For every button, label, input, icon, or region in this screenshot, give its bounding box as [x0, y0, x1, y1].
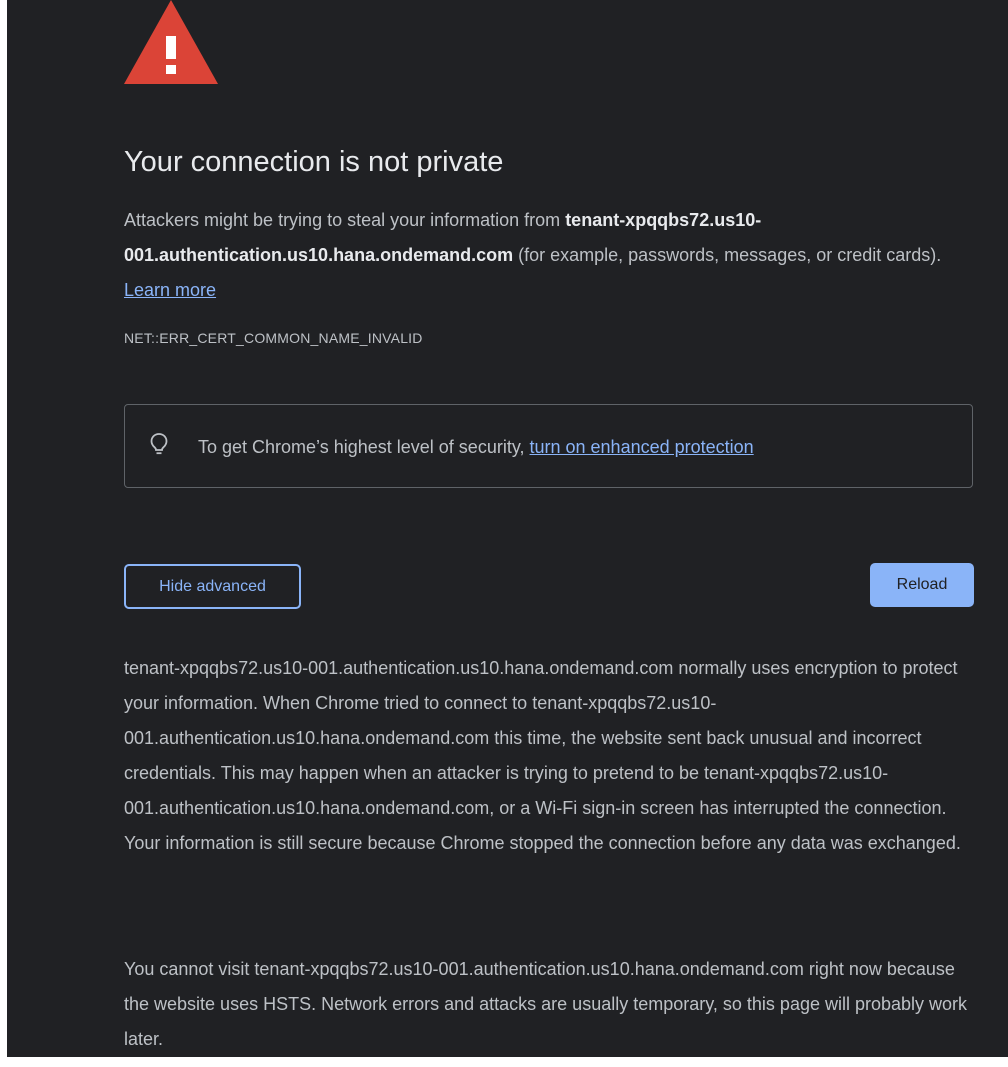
- intro-prefix: Attackers might be trying to steal your …: [124, 210, 566, 230]
- error-code: NET::ERR_CERT_COMMON_NAME_INVALID: [124, 330, 423, 346]
- learn-more-link[interactable]: Learn more: [124, 280, 216, 300]
- enhanced-protection-text: To get Chrome’s highest level of securit…: [198, 435, 754, 459]
- reload-button[interactable]: Reload: [870, 563, 974, 607]
- intro-message: Attackers might be trying to steal your …: [124, 203, 979, 308]
- hsts-paragraph: You cannot visit tenant-xpqqbs72.us10-00…: [124, 959, 968, 1049]
- intro-suffix: (for example, passwords, messages, or cr…: [513, 245, 942, 265]
- page-title: Your connection is not private: [124, 146, 504, 178]
- enhanced-protection-promo: To get Chrome’s highest level of securit…: [124, 404, 973, 488]
- enhanced-prefix: To get Chrome’s highest level of securit…: [198, 437, 530, 457]
- interstitial-page: Your connection is not private Attackers…: [7, 0, 1008, 1057]
- lightbulb-icon: [149, 432, 169, 456]
- details-paragraph: tenant-xpqqbs72.us10-001.authentication.…: [124, 658, 961, 853]
- hide-advanced-button[interactable]: Hide advanced: [124, 564, 301, 609]
- enhanced-protection-link[interactable]: turn on enhanced protection: [530, 437, 754, 457]
- warning-triangle-icon: [124, 0, 218, 84]
